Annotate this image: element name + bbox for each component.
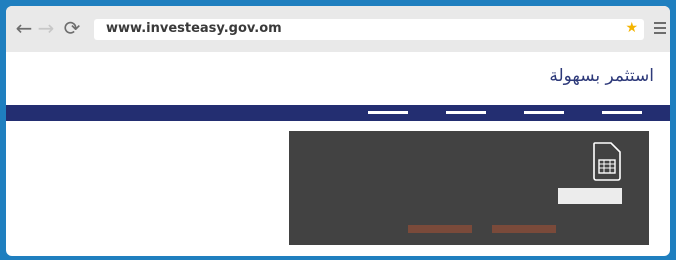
content-panel (289, 131, 649, 245)
site-title: استثمر بسهولة (549, 66, 654, 86)
browser-window: ← → ⟳ www.investeasy.gov.om ★ استثمر بسه… (6, 6, 670, 256)
site-navbar (6, 105, 670, 121)
forward-arrow-icon[interactable]: → (36, 18, 56, 38)
star-icon[interactable]: ★ (625, 20, 638, 36)
menu-icon[interactable] (654, 22, 666, 37)
nav-item-2[interactable] (524, 111, 564, 114)
action-button-1[interactable] (408, 225, 472, 233)
url-text: www.investeasy.gov.om (106, 21, 282, 36)
input-field[interactable] (558, 188, 622, 204)
sim-card-icon (593, 142, 621, 181)
site-header: استثمر بسهولة (6, 52, 670, 105)
nav-item-4[interactable] (368, 111, 408, 114)
browser-toolbar: ← → ⟳ www.investeasy.gov.om ★ (6, 6, 670, 52)
reload-icon[interactable]: ⟳ (62, 18, 82, 38)
back-arrow-icon[interactable]: ← (14, 18, 34, 38)
action-button-2[interactable] (492, 225, 556, 233)
nav-item-1[interactable] (602, 111, 642, 114)
nav-item-3[interactable] (446, 111, 486, 114)
address-bar[interactable]: www.investeasy.gov.om ★ (94, 19, 644, 40)
